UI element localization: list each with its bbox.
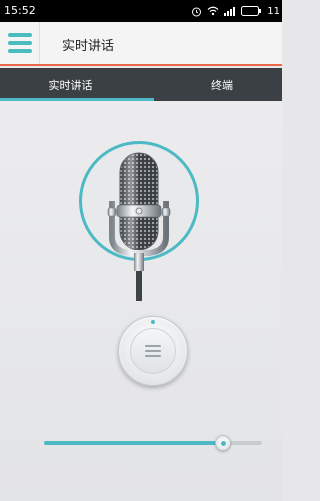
tab-realtime-talk[interactable]: 实时讲话 xyxy=(0,68,141,101)
status-bar: 15:52 11 xyxy=(0,0,282,22)
alarm-icon xyxy=(192,7,202,16)
volume-slider-thumb[interactable] xyxy=(214,435,231,451)
volume-slider-fill xyxy=(44,441,223,445)
tab-terminal[interactable]: 终端 xyxy=(141,68,282,101)
status-icons: 11 xyxy=(191,3,282,19)
menu-icon-line xyxy=(7,41,32,45)
app-bar: 实时讲话 xyxy=(0,22,282,66)
wifi-icon xyxy=(207,6,219,16)
battery-icon xyxy=(241,6,262,16)
indicator-dot xyxy=(151,320,155,324)
menu-button[interactable] xyxy=(0,22,40,64)
volume-slider[interactable] xyxy=(44,435,262,451)
list-icon xyxy=(130,328,176,374)
page-title: 实时讲话 xyxy=(62,39,115,54)
status-time: 15:52 xyxy=(4,4,36,17)
menu-icon-line xyxy=(7,33,32,37)
signal-icon xyxy=(224,7,236,16)
tab-label: 终端 xyxy=(211,78,233,92)
tab-label: 实时讲话 xyxy=(48,78,93,92)
talk-control-button[interactable] xyxy=(118,316,188,386)
tab-bar: 实时讲话 终端 xyxy=(0,68,282,101)
menu-icon-line xyxy=(7,49,32,53)
battery-level: 11 xyxy=(267,5,280,17)
microphone-icon[interactable] xyxy=(79,141,199,301)
